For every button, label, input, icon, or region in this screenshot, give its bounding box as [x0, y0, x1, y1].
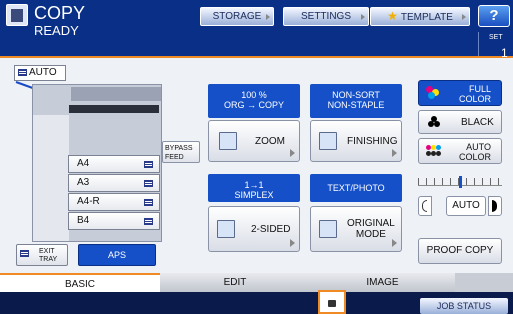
status-text: READY — [34, 23, 79, 38]
zoom-button[interactable]: ZOOM — [208, 120, 300, 162]
arrow-icon — [290, 239, 295, 247]
tab-basic[interactable]: BASIC — [0, 273, 160, 293]
full-color-icon — [426, 86, 440, 100]
finishing-info: NON-SORT NON-STAPLE — [310, 84, 402, 118]
original-mode-info: TEXT/PHOTO — [310, 174, 402, 202]
zoom-info: 100 % ORG → COPY — [208, 84, 300, 118]
two-sided-button[interactable]: 2-SIDED — [208, 206, 300, 252]
tray-icon — [18, 69, 27, 76]
settings-button[interactable]: SETTINGS — [283, 7, 369, 26]
finishing-icon — [319, 132, 337, 150]
tab-edit[interactable]: EDIT — [160, 273, 310, 293]
auto-color-icon — [426, 145, 442, 157]
proof-copy-button[interactable]: PROOF COPY — [418, 238, 502, 264]
storage-button[interactable]: STORAGE — [200, 7, 274, 26]
tray-icon — [144, 218, 153, 225]
arrow-icon — [361, 14, 365, 20]
arrow-icon — [266, 14, 270, 20]
arrow-icon — [462, 14, 466, 20]
job-status-button[interactable]: JOB STATUS — [420, 298, 508, 314]
scanner-cover — [71, 87, 161, 101]
tray-b4[interactable]: B4 — [68, 212, 160, 230]
lock-icon[interactable] — [318, 290, 346, 314]
density-marker — [459, 176, 462, 188]
divider — [478, 32, 479, 56]
tray-a4[interactable]: A4 — [68, 155, 160, 173]
arrow-icon — [290, 149, 295, 157]
control-panel — [69, 105, 159, 113]
page-title: COPY — [34, 3, 86, 23]
tray-icon — [144, 161, 153, 168]
arrow-icon — [392, 239, 397, 247]
set-label: SET — [489, 34, 503, 41]
finisher-unit — [33, 115, 69, 241]
duplex-icon — [217, 220, 235, 238]
exit-tray-icon — [20, 250, 29, 257]
lighter-icon — [422, 200, 427, 212]
tray-icon — [144, 180, 153, 187]
sided-info: 1→1 SIMPLEX — [208, 174, 300, 202]
tray-a4r[interactable]: A4-R — [68, 193, 160, 211]
black-icon — [428, 116, 440, 128]
bypass-feed-button[interactable]: BYPASS FEED — [162, 141, 200, 163]
set-count: 1 — [501, 46, 508, 60]
aps-button[interactable]: APS — [78, 244, 156, 266]
tray-a3[interactable]: A3 — [68, 174, 160, 192]
original-mode-button[interactable]: ORIGINAL MODE — [310, 206, 402, 252]
tray-icon — [144, 199, 153, 206]
density-auto-button[interactable]: AUTO — [446, 196, 486, 216]
arrow-icon — [392, 149, 397, 157]
star-icon: ★ — [387, 9, 398, 23]
original-mode-icon — [319, 220, 337, 238]
finishing-button[interactable]: FINISHING — [310, 120, 402, 162]
help-button[interactable]: ? — [478, 5, 510, 27]
template-button[interactable]: ★ TEMPLATE — [370, 7, 470, 26]
zoom-icon — [219, 132, 237, 150]
copy-icon — [6, 4, 28, 26]
